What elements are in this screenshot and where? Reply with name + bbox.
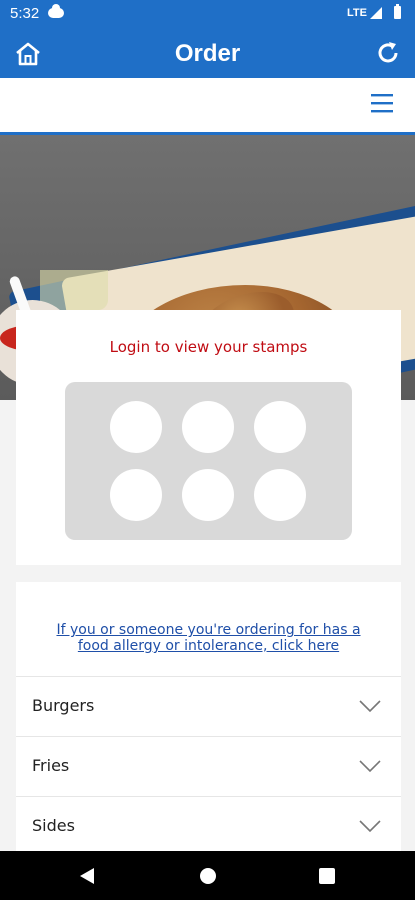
cloud-icon (48, 4, 64, 18)
page-title: Order (174, 40, 241, 67)
stamp-slot (182, 401, 234, 453)
category-label: Burgers (32, 696, 95, 715)
refresh-icon[interactable] (375, 40, 401, 66)
status-time: 5:32 (10, 5, 40, 22)
stamp-slot (254, 469, 306, 521)
stamp-slot (182, 469, 234, 521)
stamp-slot (254, 401, 306, 453)
stamps-grid (65, 382, 352, 540)
recents-icon[interactable] (319, 868, 335, 884)
category-label: Sides (32, 816, 75, 835)
home-nav-icon[interactable] (200, 868, 216, 884)
signal-icon (370, 7, 382, 19)
app-bar: Order (0, 30, 415, 78)
category-row-fries[interactable]: Fries (16, 736, 401, 796)
system-nav-bar (0, 851, 415, 900)
menu-bar (0, 78, 415, 135)
hamburger-menu-icon[interactable] (371, 92, 393, 114)
menu-card: If you or someone you're ordering for ha… (16, 582, 401, 852)
allergy-link-line1: If you or someone you're ordering for ha… (56, 622, 361, 638)
chevron-down-icon (359, 820, 381, 833)
allergy-link-line2: food allergy or intolerance, click here (77, 638, 340, 654)
category-row-burgers[interactable]: Burgers (16, 676, 401, 736)
category-label: Fries (32, 756, 70, 775)
category-row-sides[interactable]: Sides (16, 796, 401, 856)
network-label: LTE (347, 7, 367, 19)
status-bar: 5:32 LTE (0, 0, 415, 30)
allergy-info-link[interactable]: If you or someone you're ordering for ha… (32, 622, 385, 654)
back-icon[interactable] (80, 868, 94, 884)
stamps-card: Login to view your stamps (16, 310, 401, 565)
login-stamps-link[interactable]: Login to view your stamps (16, 338, 401, 356)
stamp-slot (110, 401, 162, 453)
chevron-down-icon (359, 700, 381, 713)
battery-icon (394, 4, 401, 19)
chevron-down-icon (359, 760, 381, 773)
stamp-slot (110, 469, 162, 521)
